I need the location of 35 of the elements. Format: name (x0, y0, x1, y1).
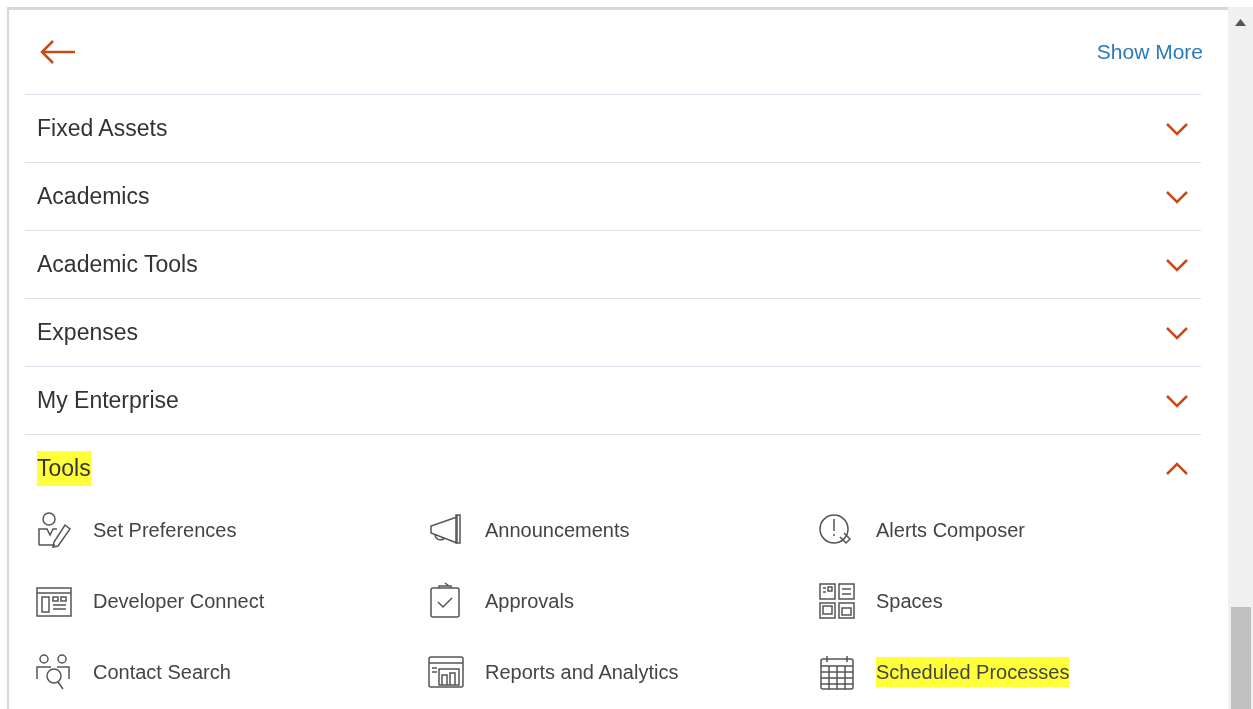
section-label: Academic Tools (37, 250, 198, 280)
chevron-down-icon (1165, 325, 1189, 340)
tool-link[interactable]: Spaces (876, 585, 943, 616)
section-header[interactable]: Expenses (25, 299, 1201, 366)
section-label: Expenses (37, 318, 138, 348)
section-header[interactable]: Fixed Assets (25, 95, 1201, 162)
section-label: Tools (37, 451, 91, 486)
section-label: Fixed Assets (37, 114, 168, 144)
section-header[interactable]: Tools (25, 435, 1201, 502)
tool-link[interactable]: Reports and Analytics (485, 656, 679, 687)
user-pencil-icon (35, 510, 73, 549)
scroll-up-icon[interactable] (1235, 19, 1246, 26)
section-label: Academics (37, 182, 150, 212)
section-header[interactable]: Academics (25, 163, 1201, 230)
tool-link[interactable]: Contact Search (93, 656, 231, 687)
people-search-icon (35, 652, 73, 691)
section-label: My Enterprise (37, 386, 179, 416)
scrollbar[interactable] (1228, 7, 1253, 709)
show-more-link[interactable]: Show More (1096, 36, 1203, 68)
chevron-down-icon (1165, 121, 1189, 136)
chevron-up-icon (1165, 461, 1189, 476)
chevron-down-icon (1165, 189, 1189, 204)
tool-link[interactable]: Announcements (485, 514, 630, 545)
tiles-icon (818, 581, 856, 620)
tool-link[interactable]: Developer Connect (93, 585, 265, 616)
chevron-down-icon (1165, 257, 1189, 272)
chevron-down-icon (1165, 393, 1189, 408)
tool-link[interactable]: Approvals (485, 585, 574, 616)
tool-link[interactable]: Set Preferences (93, 514, 237, 545)
section-header[interactable]: Academic Tools (25, 231, 1201, 298)
section-header[interactable]: My Enterprise (25, 367, 1201, 434)
tool-link[interactable]: Alerts Composer (876, 514, 1025, 545)
scrollbar-thumb[interactable] (1231, 607, 1251, 709)
tool-link[interactable]: Scheduled Processes (876, 656, 1070, 687)
back-arrow-icon[interactable] (39, 39, 77, 65)
